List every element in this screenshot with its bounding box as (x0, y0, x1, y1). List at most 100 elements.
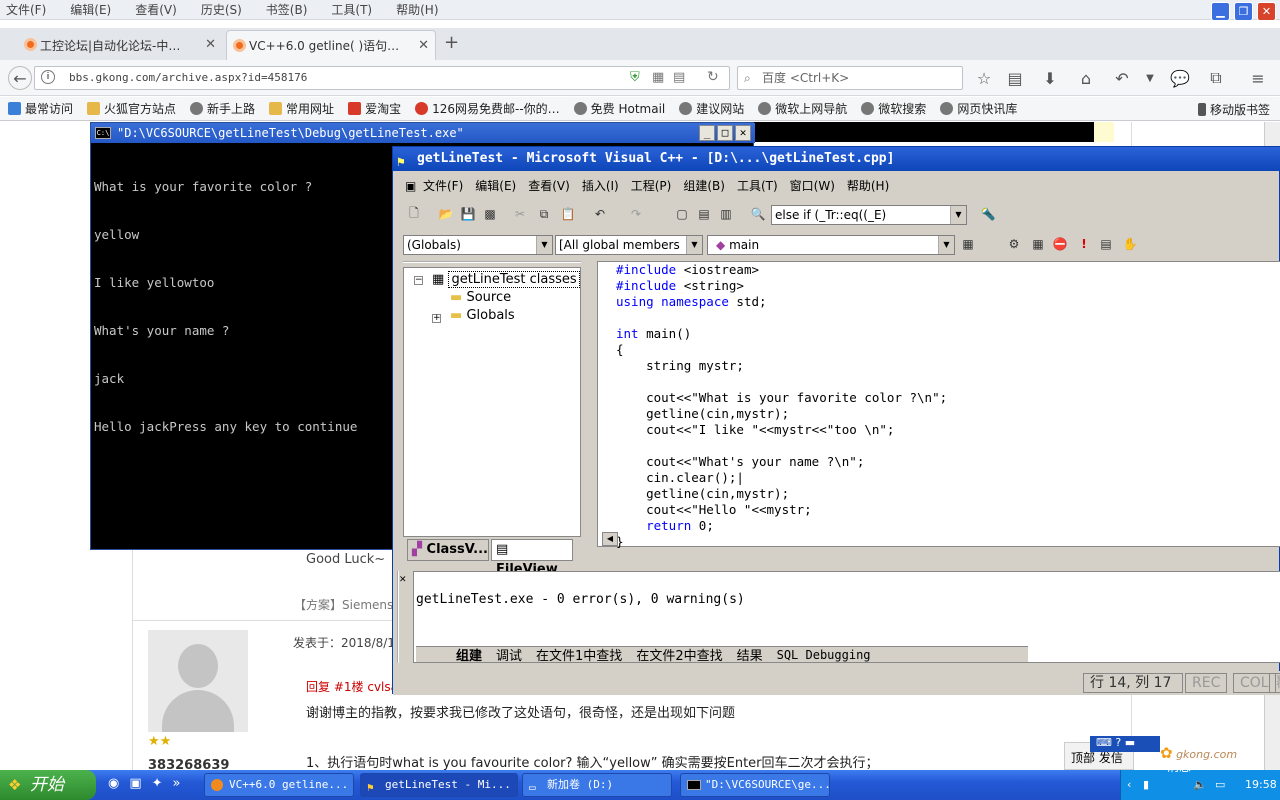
bookmark-126mail[interactable]: 126网易免费邮--你的… (415, 100, 560, 117)
network-icon[interactable]: ▮ (1143, 778, 1149, 791)
vc-menu-build[interactable]: 组建(B) (683, 177, 725, 194)
media-icon[interactable]: ✦ (152, 776, 163, 791)
bookmark-taobao[interactable]: 爱淘宝 (348, 100, 401, 117)
tab-close-icon[interactable]: ✕ (418, 38, 429, 53)
bookmark-common[interactable]: 常用网址 (269, 100, 334, 117)
new-file-icon[interactable]: 🗋 (405, 205, 423, 223)
mobile-bookmarks[interactable]: 移动版书签 (1198, 101, 1270, 118)
start-button[interactable]: ❖ 开始 (0, 770, 96, 800)
menu-file[interactable]: 文件(F) (6, 1, 46, 18)
search-input[interactable]: ⌕ 百度 <Ctrl+K> (737, 66, 963, 90)
menu-edit[interactable]: 编辑(E) (70, 1, 111, 18)
crop-icon[interactable]: ⧉ (1204, 66, 1228, 90)
tab-find1[interactable]: 在文件1中查找 (536, 645, 622, 664)
compile-icon[interactable]: ⚙ (1005, 235, 1023, 253)
find-icon[interactable]: 🔦 (979, 205, 997, 223)
tab-sql-debugging[interactable]: SQL Debugging (777, 648, 871, 662)
stop-build-icon[interactable]: ⛔ (1051, 235, 1069, 253)
breakpoint-icon[interactable]: ✋ (1121, 235, 1139, 253)
save-all-icon[interactable]: ▩ (481, 205, 499, 223)
find-in-files-icon[interactable]: 🔍 (749, 205, 767, 223)
menu-bookmarks[interactable]: 书签(B) (266, 1, 308, 18)
new-tab-icon[interactable]: + (444, 32, 459, 53)
download-icon[interactable]: ⬇ (1038, 66, 1062, 90)
close-icon[interactable]: ✕ (735, 125, 751, 141)
menu-view[interactable]: 查看(V) (135, 1, 177, 18)
task-console[interactable]: "D:\VC6SOURCE\ge... (680, 773, 830, 797)
tab-find2[interactable]: 在文件2中查找 (636, 645, 722, 664)
paste-icon[interactable]: 📋 (559, 205, 577, 223)
undo-icon[interactable]: ↶ (1110, 66, 1134, 90)
tray-message[interactable]: 消息 (1167, 758, 1191, 775)
home-icon[interactable]: ⌂ (1074, 66, 1098, 90)
redo-icon[interactable]: ↷ (627, 205, 645, 223)
members-combo[interactable]: [All global members ▼ (555, 235, 703, 255)
build-icon[interactable]: ▦ (1029, 235, 1047, 253)
library-icon[interactable]: ▤ (1003, 66, 1027, 90)
reply-floor[interactable]: 回复 #1楼 (306, 680, 364, 694)
bookmark-most-visited[interactable]: 最常访问 (8, 100, 73, 117)
dropdown-icon[interactable]: ▼ (1138, 66, 1162, 90)
desktop-icon[interactable]: ▣ (129, 776, 141, 791)
tab-results[interactable]: 结果 (737, 645, 763, 664)
close-icon[interactable]: ✕ (1257, 2, 1276, 21)
chevron-down-icon[interactable]: ▼ (686, 236, 702, 254)
info-icon[interactable]: i (41, 70, 55, 84)
bookmark-web-slice[interactable]: 网页快讯库 (940, 100, 1017, 117)
task-explorer[interactable]: ▭ 新加卷 (D:) (522, 773, 672, 797)
expand-icon[interactable]: + (432, 314, 441, 323)
shield-icon[interactable]: ⛨ (630, 70, 640, 85)
back-icon[interactable]: ← (8, 66, 32, 90)
chat-icon[interactable]: 💬 (1168, 66, 1192, 90)
output-grip[interactable]: ✕ (397, 571, 409, 663)
maximize-icon[interactable]: ❐ (1234, 2, 1253, 21)
go-icon[interactable]: ▤ (1097, 235, 1115, 253)
minimize-icon[interactable]: _ (699, 125, 715, 141)
chevron-down-icon[interactable]: ▼ (536, 236, 552, 254)
reader-icon[interactable]: ▤ (673, 70, 685, 85)
ime-toolbar[interactable]: ⌨ ? ▬ (1090, 736, 1160, 752)
code-editor[interactable]: #include <iostream> #include <string> us… (597, 261, 1280, 549)
function-combo[interactable]: ◆ main ▼ (707, 235, 955, 255)
execute-icon[interactable]: ! (1075, 235, 1093, 253)
undo-icon[interactable]: ↶ (591, 205, 609, 223)
tab-fileview[interactable]: ▤ FileView (491, 539, 573, 577)
browser-icon[interactable]: ◉ (108, 776, 119, 791)
url-bar[interactable]: i bbs.gkong.com/archive.aspx?id=458176 ⛨… (34, 66, 730, 90)
bookmark-new-user[interactable]: 新手上路 (190, 100, 255, 117)
scroll-left-icon[interactable]: ◀ (602, 532, 618, 546)
menu-tools[interactable]: 工具(T) (331, 1, 372, 18)
find-combo[interactable]: else if (_Tr::eq((_E) ▼ (771, 205, 967, 225)
bookmark-suggested[interactable]: 建议网站 (679, 100, 744, 117)
chevron-down-icon[interactable]: ▼ (950, 206, 966, 224)
vc-menu-tools[interactable]: 工具(T) (737, 177, 778, 194)
bookmark-ms-nav[interactable]: 微软上网导航 (758, 100, 847, 117)
vc-menu-file[interactable]: 文件(F) (423, 177, 463, 194)
tab-close-icon[interactable]: ✕ (205, 37, 216, 52)
cut-icon[interactable]: ✂ (511, 205, 529, 223)
collapse-icon[interactable]: − (414, 276, 423, 285)
tab-classview[interactable]: ▞ ClassV... (407, 539, 489, 561)
menu-history[interactable]: 历史(S) (201, 1, 242, 18)
vc-menu-help[interactable]: 帮助(H) (847, 177, 889, 194)
open-icon[interactable]: 📂 (437, 205, 455, 223)
chevron-down-icon[interactable]: ▼ (938, 236, 954, 254)
scope-combo[interactable]: (Globals) ▼ (403, 235, 553, 255)
save-icon[interactable]: 💾 (459, 205, 477, 223)
tray-arrow-icon[interactable]: ‹ (1127, 778, 1131, 791)
vc-menu-insert[interactable]: 插入(I) (582, 177, 619, 194)
tab-gkong[interactable]: 工控论坛|自动化论坛-中… ✕ (18, 30, 222, 60)
bookmark-ms-search[interactable]: 微软搜索 (861, 100, 926, 117)
menu-help[interactable]: 帮助(H) (396, 1, 438, 18)
tab-getline[interactable]: VC++6.0 getline( )语句… ✕ (226, 30, 436, 60)
tab-build[interactable]: 组建 (456, 645, 482, 664)
vc-menu-edit[interactable]: 编辑(E) (475, 177, 516, 194)
tree-item-source[interactable]: ▬ Source (450, 290, 511, 305)
console-titlebar[interactable]: C:\ "D:\VC6SOURCE\getLineTest\Debug\getL… (91, 123, 755, 143)
wizard-icon[interactable]: ▦ (959, 235, 977, 253)
volume-icon[interactable]: 🔈 (1193, 778, 1207, 791)
expand-icon[interactable]: » (173, 776, 181, 791)
copy-icon[interactable]: ⧉ (535, 205, 553, 223)
vc-titlebar[interactable]: ⚑ getLineTest - Microsoft Visual C++ - [… (393, 147, 1280, 171)
output-icon[interactable]: ▤ (695, 205, 713, 223)
